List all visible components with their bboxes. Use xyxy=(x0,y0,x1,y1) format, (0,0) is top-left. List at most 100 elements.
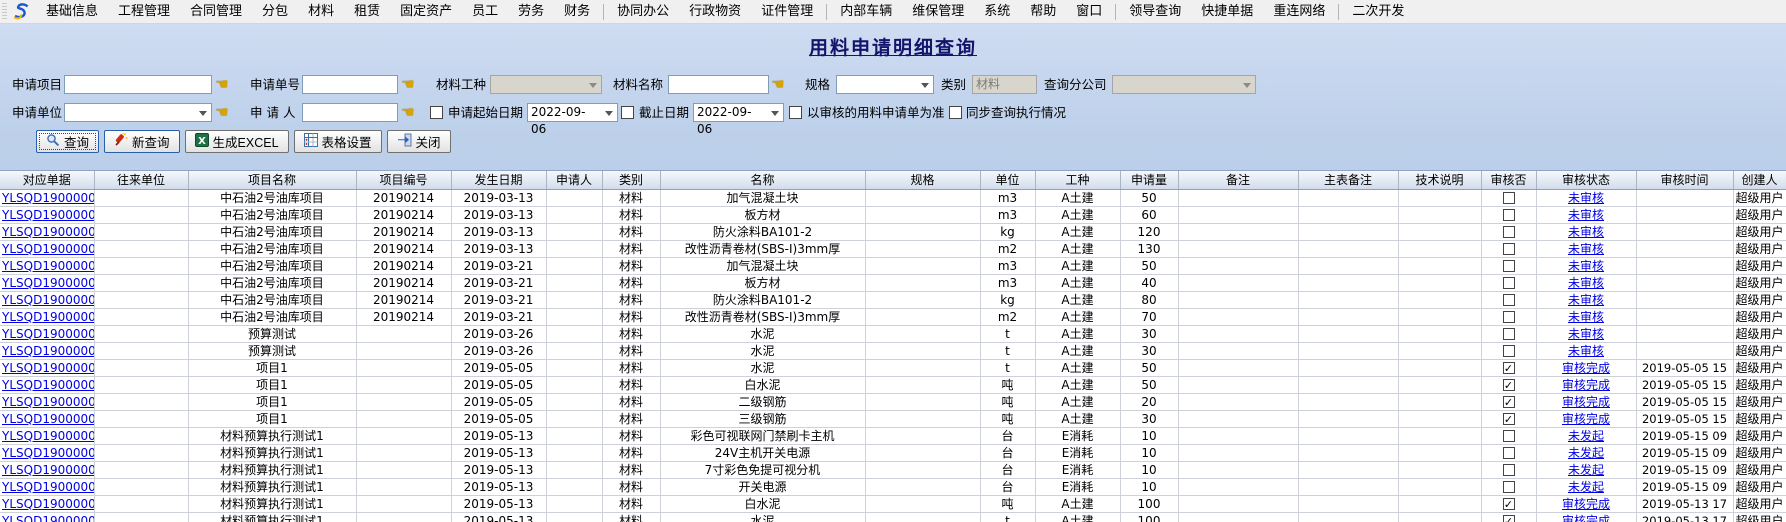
doc-link[interactable]: YLSQD190000015 xyxy=(2,514,94,522)
audit-checkbox[interactable] xyxy=(1503,294,1515,306)
audit-checkbox[interactable]: ✓ xyxy=(1503,413,1515,425)
end-date-checkbox[interactable] xyxy=(621,106,634,119)
doc-link[interactable]: YLSQD190000014 xyxy=(2,429,94,443)
apply-unit-select[interactable] xyxy=(64,103,212,122)
menu-item[interactable]: 二次开发 xyxy=(1342,0,1414,23)
status-link[interactable]: 审核完成 xyxy=(1562,497,1610,511)
status-link[interactable]: 未发起 xyxy=(1568,463,1604,477)
status-link[interactable]: 未发起 xyxy=(1568,446,1604,460)
status-link[interactable]: 未审核 xyxy=(1568,310,1604,324)
excel-button[interactable]: X 生成EXCEL xyxy=(185,130,289,153)
menu-item[interactable]: 基础信息 xyxy=(36,0,108,23)
doc-link[interactable]: YLSQD190000007 xyxy=(2,293,94,307)
menu-item[interactable]: 重连网络 xyxy=(1263,0,1335,23)
audit-checkbox[interactable]: ✓ xyxy=(1503,498,1515,510)
doc-link[interactable]: YLSQD190000006 xyxy=(2,208,94,222)
doc-link[interactable]: YLSQD190000007 xyxy=(2,259,94,273)
menu-item[interactable]: 内部车辆 xyxy=(830,0,902,23)
doc-link[interactable]: YLSQD190000010 xyxy=(2,395,94,409)
audit-checkbox[interactable] xyxy=(1503,311,1515,323)
status-link[interactable]: 未审核 xyxy=(1568,327,1604,341)
column-header[interactable]: 往来单位 xyxy=(94,171,188,189)
material-name-lookup-icon[interactable]: ☚ xyxy=(771,75,789,93)
audit-checkbox[interactable] xyxy=(1503,277,1515,289)
menu-item[interactable]: 快捷单据 xyxy=(1191,0,1263,23)
status-link[interactable]: 未审核 xyxy=(1568,293,1604,307)
status-link[interactable]: 未审核 xyxy=(1568,259,1604,273)
audit-checkbox[interactable] xyxy=(1503,345,1515,357)
column-header[interactable]: 名称 xyxy=(660,171,865,189)
apply-no-input[interactable] xyxy=(302,75,398,94)
start-date-picker[interactable]: 2022-09-06 xyxy=(527,103,618,122)
applicant-input[interactable] xyxy=(302,103,398,122)
audit-checkbox[interactable]: ✓ xyxy=(1503,396,1515,408)
query-button[interactable]: 查询 xyxy=(36,130,99,153)
status-link[interactable]: 未审核 xyxy=(1568,344,1604,358)
menu-item[interactable]: 材料 xyxy=(298,0,344,23)
audit-checkbox[interactable] xyxy=(1503,260,1515,272)
doc-link[interactable]: YLSQD190000014 xyxy=(2,480,94,494)
apply-project-input[interactable] xyxy=(64,75,212,94)
menu-item[interactable]: 维保管理 xyxy=(902,0,974,23)
menu-item[interactable]: 工程管理 xyxy=(108,0,180,23)
start-date-checkbox[interactable] xyxy=(430,106,443,119)
menu-item[interactable]: 租赁 xyxy=(344,0,390,23)
status-link[interactable]: 未审核 xyxy=(1568,276,1604,290)
menu-item[interactable]: 系统 xyxy=(974,0,1020,23)
status-link[interactable]: 审核完成 xyxy=(1562,361,1610,375)
audit-checkbox[interactable]: ✓ xyxy=(1503,379,1515,391)
close-button[interactable]: 关闭 xyxy=(387,130,451,153)
status-link[interactable]: 未审核 xyxy=(1568,191,1604,205)
column-header[interactable]: 申请人 xyxy=(546,171,602,189)
menu-item[interactable]: 员工 xyxy=(462,0,508,23)
apply-no-lookup-icon[interactable]: ☚ xyxy=(401,75,419,93)
new-query-button[interactable]: 新查询 xyxy=(104,130,180,153)
doc-link[interactable]: YLSQD190000010 xyxy=(2,378,94,392)
audit-checkbox[interactable] xyxy=(1503,464,1515,476)
status-link[interactable]: 审核完成 xyxy=(1562,395,1610,409)
status-link[interactable]: 未审核 xyxy=(1568,242,1604,256)
audit-checkbox[interactable] xyxy=(1503,192,1515,204)
audit-checkbox[interactable] xyxy=(1503,226,1515,238)
menu-item[interactable]: 窗口 xyxy=(1066,0,1112,23)
audited-only-checkbox[interactable] xyxy=(789,106,802,119)
applicant-lookup-icon[interactable]: ☚ xyxy=(401,103,419,121)
menu-item[interactable]: 劳务 xyxy=(508,0,554,23)
doc-link[interactable]: YLSQD190000014 xyxy=(2,446,94,460)
status-link[interactable]: 审核完成 xyxy=(1562,514,1610,522)
menu-item[interactable]: 财务 xyxy=(554,0,600,23)
status-link[interactable]: 未审核 xyxy=(1568,208,1604,222)
doc-link[interactable]: YLSQD190000009 xyxy=(2,344,94,358)
column-header[interactable]: 审核否 xyxy=(1481,171,1536,189)
table-settings-button[interactable]: 表格设置 xyxy=(294,130,382,153)
column-header[interactable]: 规格 xyxy=(865,171,980,189)
doc-link[interactable]: YLSQD190000008 xyxy=(2,327,94,341)
audit-checkbox[interactable] xyxy=(1503,243,1515,255)
audit-checkbox[interactable] xyxy=(1503,328,1515,340)
apply-project-lookup-icon[interactable]: ☚ xyxy=(215,75,233,93)
doc-link[interactable]: YLSQD190000010 xyxy=(2,361,94,375)
menu-item[interactable]: 固定资产 xyxy=(390,0,462,23)
doc-link[interactable]: YLSQD190000006 xyxy=(2,242,94,256)
status-link[interactable]: 未审核 xyxy=(1568,225,1604,239)
menu-item[interactable]: 领导查询 xyxy=(1119,0,1191,23)
column-header[interactable]: 对应单据 xyxy=(0,171,94,189)
apply-unit-lookup-icon[interactable]: ☚ xyxy=(215,103,233,121)
column-header[interactable]: 项目编号 xyxy=(356,171,451,189)
material-name-input[interactable] xyxy=(668,75,769,94)
doc-link[interactable]: YLSQD190000007 xyxy=(2,310,94,324)
column-header[interactable]: 项目名称 xyxy=(188,171,356,189)
status-link[interactable]: 未发起 xyxy=(1568,429,1604,443)
column-header[interactable]: 备注 xyxy=(1178,171,1298,189)
spec-select[interactable] xyxy=(836,75,934,94)
column-header[interactable]: 审核状态 xyxy=(1536,171,1636,189)
end-date-picker[interactable]: 2022-09-06 xyxy=(693,103,784,122)
audit-checkbox[interactable] xyxy=(1503,447,1515,459)
status-link[interactable]: 审核完成 xyxy=(1562,412,1610,426)
audit-checkbox[interactable] xyxy=(1503,481,1515,493)
column-header[interactable]: 发生日期 xyxy=(451,171,546,189)
doc-link[interactable]: YLSQD190000015 xyxy=(2,497,94,511)
menu-item[interactable]: 合同管理 xyxy=(180,0,252,23)
column-header[interactable]: 技术说明 xyxy=(1398,171,1481,189)
doc-link[interactable]: YLSQD190000010 xyxy=(2,412,94,426)
